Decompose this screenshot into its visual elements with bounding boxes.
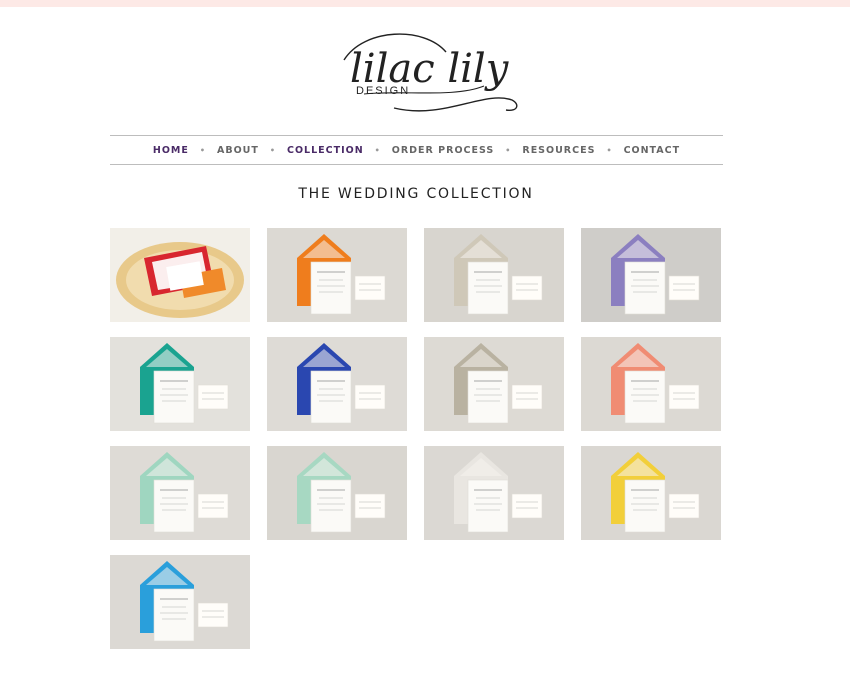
invitation-photo <box>581 228 721 322</box>
invitation-photo <box>110 446 250 540</box>
nav-collection[interactable]: COLLECTION <box>287 145 364 156</box>
invitation-photo <box>424 228 564 322</box>
collection-thumbnail[interactable] <box>424 228 564 322</box>
collection-thumbnail[interactable] <box>267 446 407 540</box>
invitation-photo <box>267 228 407 322</box>
logo-mark: lilac lily DESIGN <box>343 33 518 112</box>
invitation-photo <box>581 446 721 540</box>
invitation-photo <box>116 242 244 318</box>
invitation-photo <box>424 337 564 431</box>
collection-thumbnail[interactable] <box>267 337 407 431</box>
collection-thumbnail[interactable] <box>110 228 250 322</box>
collection-thumbnail[interactable] <box>267 228 407 322</box>
nav-separator: • <box>374 145 381 155</box>
collection-thumbnail[interactable] <box>424 446 564 540</box>
collection-thumbnail[interactable] <box>581 228 721 322</box>
nav-order-process[interactable]: ORDER PROCESS <box>392 145 494 156</box>
invitation-photo <box>424 446 564 540</box>
invitation-photo <box>267 446 407 540</box>
nav-bottom-rule <box>110 164 723 165</box>
collection-thumbnail[interactable] <box>110 446 250 540</box>
page-heading: THE WEDDING COLLECTION <box>298 186 534 202</box>
nav-home[interactable]: HOME <box>153 145 189 156</box>
nav-separator: • <box>505 145 512 155</box>
logo-design-text: DESIGN <box>356 85 410 97</box>
collection-thumbnail[interactable] <box>424 337 564 431</box>
nav-separator: • <box>269 145 276 155</box>
nav-resources[interactable]: RESOURCES <box>522 145 595 156</box>
collection-grid <box>110 228 724 649</box>
collection-thumbnail[interactable] <box>110 337 250 431</box>
collection-thumbnail[interactable] <box>581 337 721 431</box>
main-nav: HOME • ABOUT • COLLECTION • ORDER PROCES… <box>110 136 723 164</box>
nav-contact[interactable]: CONTACT <box>624 145 681 156</box>
nav-separator: • <box>199 145 206 155</box>
invitation-photo <box>581 337 721 431</box>
site-logo[interactable]: lilac lily DESIGN <box>334 30 524 122</box>
nav-separator: • <box>606 145 613 155</box>
invitation-photo <box>110 337 250 431</box>
invitation-photo <box>110 555 250 649</box>
collection-thumbnail[interactable] <box>581 446 721 540</box>
nav-about[interactable]: ABOUT <box>217 145 259 156</box>
collection-thumbnail[interactable] <box>110 555 250 649</box>
invitation-photo <box>267 337 407 431</box>
top-accent-bar <box>0 0 850 7</box>
